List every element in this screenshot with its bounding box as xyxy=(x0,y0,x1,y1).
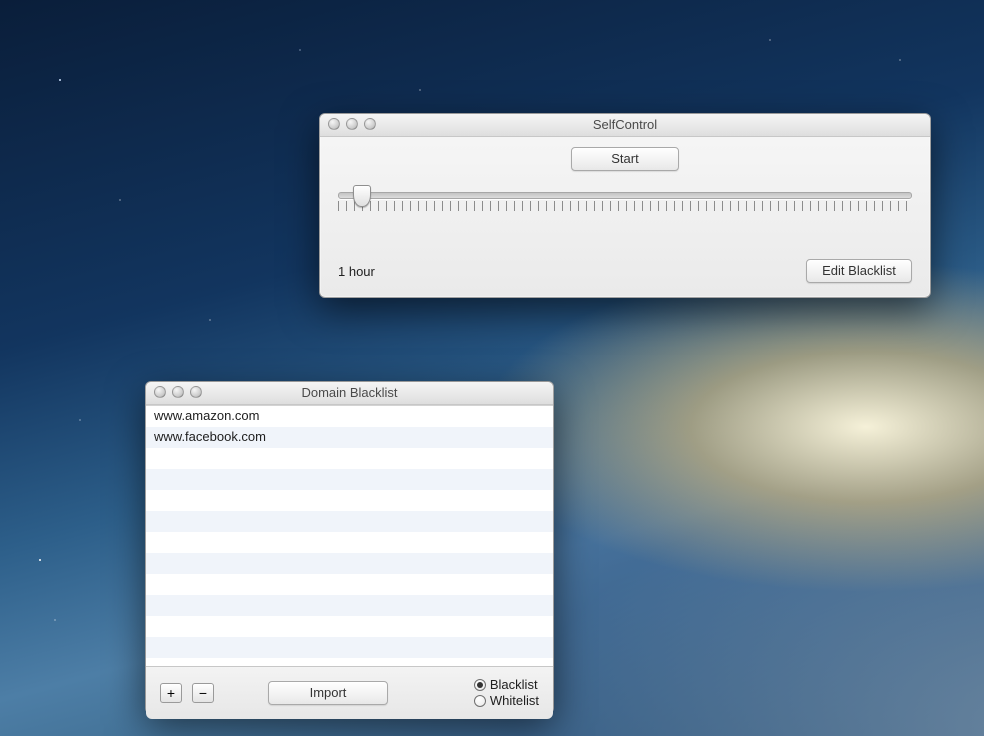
remove-domain-button[interactable]: − xyxy=(192,683,214,703)
list-item[interactable] xyxy=(146,616,553,637)
mode-blacklist-radio[interactable]: Blacklist xyxy=(474,677,539,693)
mode-radio-group: Blacklist Whitelist xyxy=(474,677,539,709)
blacklist-title: Domain Blacklist xyxy=(301,385,397,400)
slider-ticks xyxy=(338,201,912,211)
mode-whitelist-radio[interactable]: Whitelist xyxy=(474,693,539,709)
list-item[interactable] xyxy=(146,574,553,595)
radio-icon xyxy=(474,679,486,691)
zoom-icon[interactable] xyxy=(364,118,376,130)
slider-thumb[interactable] xyxy=(353,185,371,207)
duration-slider[interactable] xyxy=(338,185,912,215)
list-item[interactable] xyxy=(146,658,553,666)
close-icon[interactable] xyxy=(328,118,340,130)
selfcontrol-titlebar[interactable]: SelfControl xyxy=(320,114,930,137)
import-button[interactable]: Import xyxy=(268,681,388,705)
list-item[interactable]: www.facebook.com xyxy=(146,427,553,448)
mode-blacklist-label: Blacklist xyxy=(490,677,538,693)
list-item[interactable] xyxy=(146,490,553,511)
list-item[interactable] xyxy=(146,532,553,553)
edit-blacklist-button[interactable]: Edit Blacklist xyxy=(806,259,912,283)
close-icon[interactable] xyxy=(154,386,166,398)
blacklist-window: Domain Blacklist www.amazon.comwww.faceb… xyxy=(145,381,554,714)
domain-list[interactable]: www.amazon.comwww.facebook.com xyxy=(146,405,553,666)
slider-track xyxy=(338,192,912,199)
blacklist-footer: + − Import Blacklist Whitelist xyxy=(146,666,553,719)
list-item[interactable] xyxy=(146,553,553,574)
mode-whitelist-label: Whitelist xyxy=(490,693,539,709)
add-domain-button[interactable]: + xyxy=(160,683,182,703)
minimize-icon[interactable] xyxy=(346,118,358,130)
window-controls xyxy=(154,386,202,398)
selfcontrol-window: SelfControl Start 1 hour Edit Blacklist xyxy=(319,113,931,298)
zoom-icon[interactable] xyxy=(190,386,202,398)
list-item[interactable] xyxy=(146,595,553,616)
selfcontrol-title: SelfControl xyxy=(593,117,657,132)
list-item[interactable] xyxy=(146,448,553,469)
duration-label: 1 hour xyxy=(338,264,375,279)
minimize-icon[interactable] xyxy=(172,386,184,398)
start-button[interactable]: Start xyxy=(571,147,679,171)
list-item[interactable] xyxy=(146,637,553,658)
window-controls xyxy=(328,118,376,130)
list-item[interactable] xyxy=(146,469,553,490)
blacklist-titlebar[interactable]: Domain Blacklist xyxy=(146,382,553,405)
radio-icon xyxy=(474,695,486,707)
list-item[interactable]: www.amazon.com xyxy=(146,406,553,427)
list-item[interactable] xyxy=(146,511,553,532)
desktop-wallpaper: SelfControl Start 1 hour Edit Blacklist … xyxy=(0,0,984,736)
